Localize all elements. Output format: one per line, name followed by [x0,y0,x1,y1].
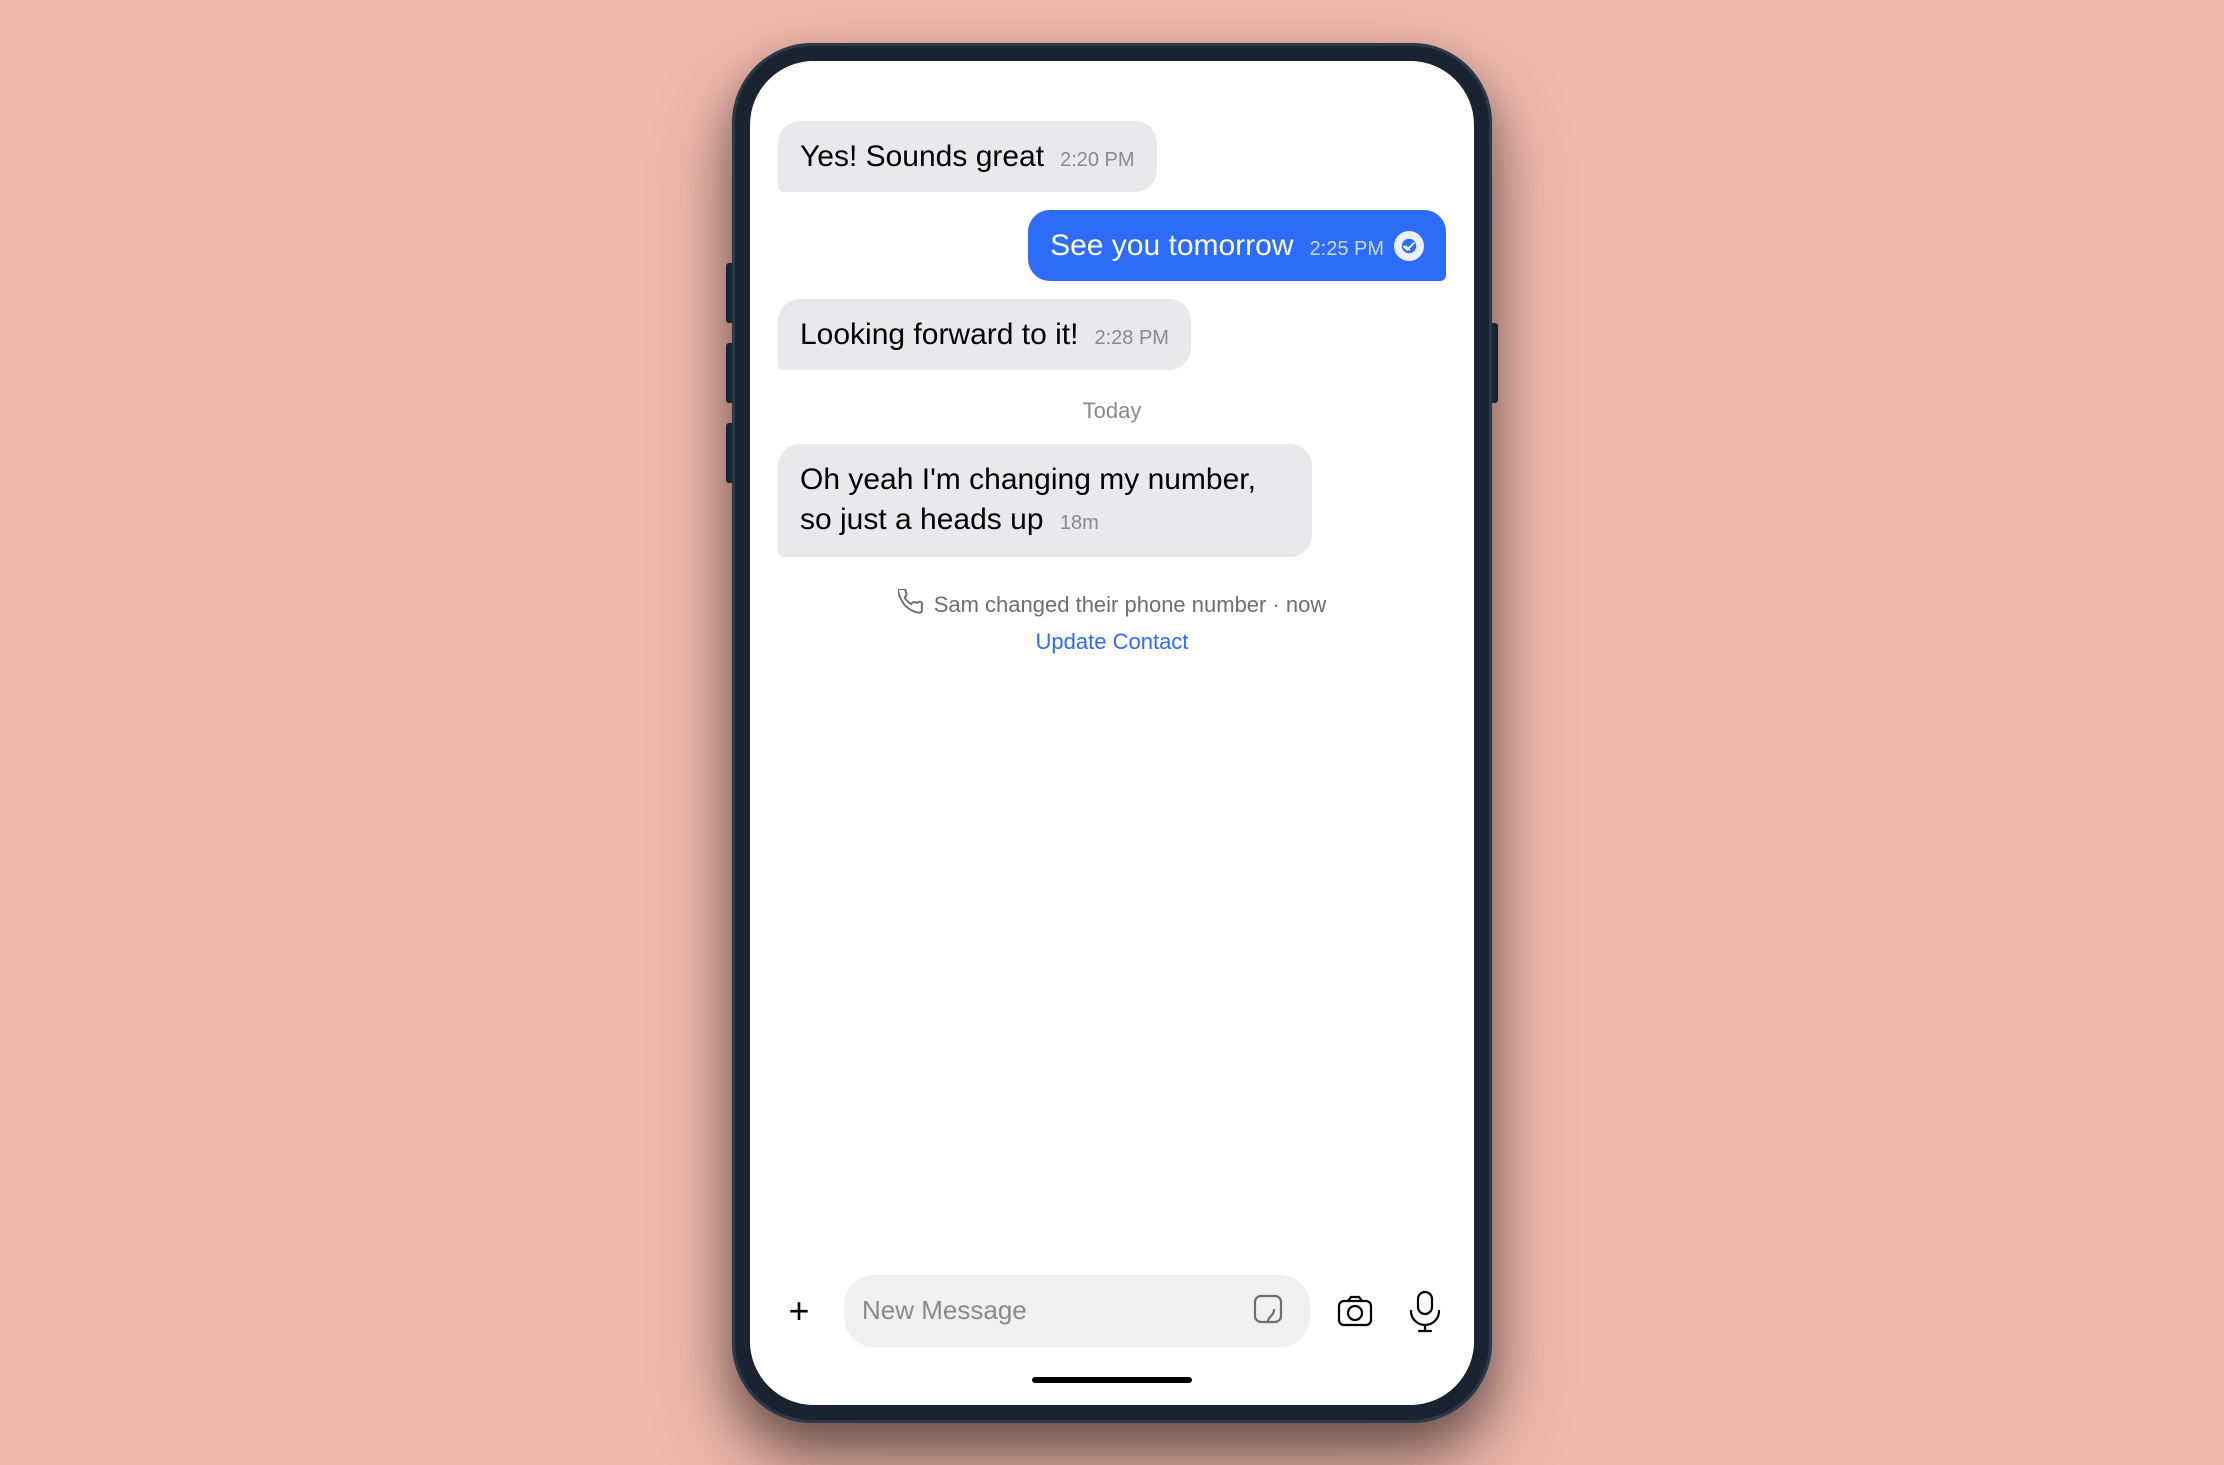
message-text-3: Looking forward to it! [800,315,1078,354]
message-time-3: 2:28 PM [1094,327,1168,350]
message-bubble-incoming-1: Yes! Sounds great 2:20 PM [778,121,1157,192]
update-contact-link[interactable]: Update Contact [1036,629,1189,655]
message-bubble-today: Oh yeah I'm changing my number, so just … [778,444,1312,557]
message-text-2: See you tomorrow [1050,226,1293,265]
microphone-button[interactable] [1400,1286,1450,1336]
message-bubble-incoming-3: Looking forward to it! 2:28 PM [778,299,1191,370]
phone-wrapper: Yes! Sounds great 2:20 PM See you tomorr… [732,43,1492,1423]
plus-icon: + [788,1290,809,1332]
home-indicator-area [750,1367,1474,1405]
message-input-field[interactable]: New Message [844,1275,1310,1347]
home-indicator-bar [1032,1377,1192,1383]
input-bar: + New Message [750,1259,1474,1367]
message-time-2: 2:25 PM [1310,238,1384,261]
add-attachment-button[interactable]: + [774,1286,824,1336]
system-notification-text: Sam changed their phone number · now [934,592,1327,618]
phone-screen: Yes! Sounds great 2:20 PM See you tomorr… [750,61,1474,1405]
message-time-today: 18m [1060,512,1099,534]
read-receipt-icon [1394,231,1424,261]
message-time-1: 2:20 PM [1060,149,1134,172]
date-separator: Today [1083,398,1142,424]
message-bubble-outgoing-2: See you tomorrow 2:25 PM [1028,210,1446,281]
sticker-button[interactable] [1248,1289,1292,1333]
system-notification: Sam changed their phone number · now Upd… [898,589,1327,655]
message-text-1: Yes! Sounds great [800,137,1044,176]
system-notification-row: Sam changed their phone number · now [898,589,1327,621]
screen-top-fade [750,61,1474,121]
message-input-placeholder[interactable]: New Message [862,1295,1236,1326]
camera-button[interactable] [1330,1286,1380,1336]
message-text-today: Oh yeah I'm changing my number, so just … [800,463,1256,537]
phone-frame: Yes! Sounds great 2:20 PM See you tomorr… [732,43,1492,1423]
messages-area: Yes! Sounds great 2:20 PM See you tomorr… [750,61,1474,1259]
phone-change-icon [898,589,924,621]
